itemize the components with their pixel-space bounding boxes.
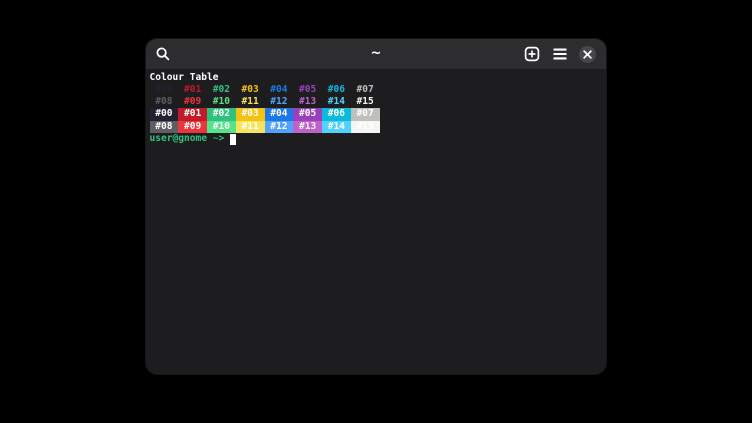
terminal-cursor	[230, 134, 236, 145]
bg-color-swatch: #15	[351, 121, 380, 133]
close-icon	[583, 50, 592, 59]
header-bar: ~	[146, 39, 606, 69]
bg-color-swatch: #09	[178, 121, 207, 133]
new-tab-button[interactable]	[523, 45, 541, 63]
bg-color-swatch: #12	[265, 121, 294, 133]
bg-color-swatch: #07	[351, 108, 380, 120]
terminal-output-heading: Colour Table	[150, 72, 604, 84]
bg-color-swatch: #08	[150, 121, 179, 133]
fg-color-label: #15	[351, 96, 380, 108]
bg-color-swatch: #02	[207, 108, 236, 120]
fg-color-label: #09	[178, 96, 207, 108]
fg-color-label: #00	[150, 84, 179, 96]
fg-color-label: #05	[293, 84, 322, 96]
search-icon	[155, 46, 171, 62]
fg-color-label: #11	[236, 96, 265, 108]
bg-color-swatch: #10	[207, 121, 236, 133]
bg-color-swatch: #05	[293, 108, 322, 120]
fg-color-label: #08	[150, 96, 179, 108]
fg-color-label: #02	[207, 84, 236, 96]
prompt-user-host: user@gnome	[150, 133, 207, 144]
hamburger-menu-icon	[552, 46, 568, 62]
terminal-window: ~	[145, 38, 607, 375]
fg-color-label: #07	[351, 84, 380, 96]
fg-color-label: #06	[322, 84, 351, 96]
fg-color-row: #08#09#10#11#12#13#14#15	[150, 96, 604, 108]
terminal-screen[interactable]: Colour Table #00#01#02#03#04#05#06#07 #0…	[146, 69, 606, 375]
fg-color-label: #04	[265, 84, 294, 96]
bg-color-row: #08#09#10#11#12#13#14#15	[150, 121, 604, 133]
bg-color-swatch: #01	[178, 108, 207, 120]
bg-color-swatch: #14	[322, 121, 351, 133]
menu-button[interactable]	[551, 45, 569, 63]
fg-color-label: #12	[265, 96, 294, 108]
bg-color-swatch: #06	[322, 108, 351, 120]
close-button[interactable]	[579, 46, 596, 63]
prompt-line: user@gnome ~>	[150, 133, 604, 145]
fg-color-label: #10	[207, 96, 236, 108]
bg-color-swatch: #11	[236, 121, 265, 133]
bg-color-swatch: #00	[150, 108, 179, 120]
fg-color-label: #03	[236, 84, 265, 96]
bg-color-swatch: #04	[265, 108, 294, 120]
header-controls	[523, 45, 596, 63]
new-tab-icon	[524, 46, 540, 62]
bg-color-row: #00#01#02#03#04#05#06#07	[150, 108, 604, 120]
fg-color-label: #01	[178, 84, 207, 96]
bg-color-swatch: #03	[236, 108, 265, 120]
desktop: ~	[0, 0, 752, 423]
fg-color-label: #13	[293, 96, 322, 108]
search-button[interactable]	[154, 45, 172, 63]
fg-color-label: #14	[322, 96, 351, 108]
bg-color-swatch: #13	[293, 121, 322, 133]
fg-color-row: #00#01#02#03#04#05#06#07	[150, 84, 604, 96]
